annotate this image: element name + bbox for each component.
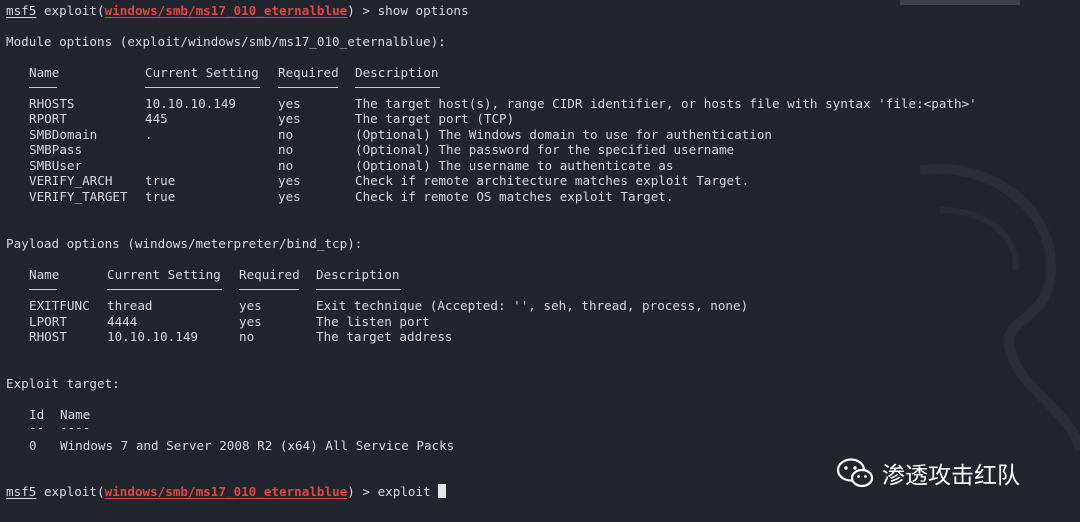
payload-col-current: Current Setting <box>107 267 221 282</box>
table-cell: 445 <box>145 111 168 126</box>
table-cell: yes <box>278 111 301 126</box>
module-col-required: Required <box>278 65 339 80</box>
table-cell: no <box>278 127 294 142</box>
table-cell: RHOST <box>29 329 67 344</box>
prompt-user: msf5 <box>6 484 37 499</box>
table-cell: VERIFY_ARCH <box>29 173 113 188</box>
table-cell: Windows 7 and Server 2008 R2 (x64) All S… <box>60 438 455 453</box>
watermark-text: 渗透攻击红队 <box>882 463 1020 489</box>
underline <box>145 87 260 88</box>
table-cell: yes <box>278 189 301 204</box>
underline <box>29 289 57 290</box>
table-cell: yes <box>278 173 301 188</box>
table-cell: Exit technique (Accepted: '', seh, threa… <box>316 298 749 313</box>
underline <box>316 289 401 290</box>
prompt-separator: > <box>354 3 378 18</box>
underline <box>29 87 57 88</box>
prompt-command: show options <box>377 3 469 18</box>
top-edge-mark <box>900 0 1020 5</box>
table-cell: no <box>239 329 255 344</box>
table-cell: Check if remote architecture matches exp… <box>355 173 750 188</box>
module-col-current: Current Setting <box>145 65 259 80</box>
prompt-line-2[interactable]: msf5 exploit(windows/smb/ms17_010_eterna… <box>6 484 447 499</box>
table-cell: LPORT <box>29 314 67 329</box>
table-cell: SMBPass <box>29 142 83 157</box>
table-cell: 10.10.10.149 <box>145 96 236 111</box>
table-cell: (Optional) The Windows domain to use for… <box>355 127 773 142</box>
table-cell: 10.10.10.149 <box>107 329 198 344</box>
terminal-cursor <box>438 484 447 498</box>
table-cell: EXITFUNC <box>29 298 90 313</box>
table-cell: 0 <box>29 438 37 453</box>
table-cell: yes <box>239 298 262 313</box>
prompt-module-prefix: exploit( <box>43 3 105 18</box>
payload-col-required: Required <box>239 267 300 282</box>
table-cell: RHOSTS <box>29 96 75 111</box>
target-dash-id: -- <box>29 420 45 435</box>
table-cell: . <box>145 127 153 142</box>
module-col-description: Description <box>355 65 439 80</box>
table-cell: (Optional) The username to authenticate … <box>355 158 674 173</box>
table-cell: SMBDomain <box>29 127 98 142</box>
table-cell: VERIFY_TARGET <box>29 189 128 204</box>
table-cell: Check if remote OS matches exploit Targe… <box>355 189 674 204</box>
prompt-module: windows/smb/ms17_010_eternalblue <box>104 484 348 499</box>
module-options-header: Module options (exploit/windows/smb/ms17… <box>6 34 446 49</box>
underline <box>355 87 440 88</box>
table-cell: The listen port <box>316 314 430 329</box>
table-cell: RPORT <box>29 111 67 126</box>
prompt-line-1: msf5 exploit(windows/smb/ms17_010_eterna… <box>6 3 469 18</box>
payload-col-description: Description <box>316 267 400 282</box>
prompt-module: windows/smb/ms17_010_eternalblue <box>104 3 348 18</box>
wechat-icon <box>836 458 874 488</box>
payload-options-header: Payload options (windows/meterpreter/bin… <box>6 236 363 251</box>
watermark: 渗透攻击红队 <box>836 456 1020 490</box>
table-cell: SMBUser <box>29 158 83 173</box>
table-cell: no <box>278 158 294 173</box>
exploit-target-header: Exploit target: <box>6 376 120 391</box>
prompt-separator: > <box>354 484 378 499</box>
payload-col-name: Name <box>29 267 60 282</box>
table-cell: The target host(s), range CIDR identifie… <box>355 96 977 111</box>
kali-dragon-background <box>919 163 1080 452</box>
table-cell: true <box>145 173 176 188</box>
module-col-name: Name <box>29 65 60 80</box>
table-cell: The target address <box>316 329 453 344</box>
table-cell: The target port (TCP) <box>355 111 515 126</box>
table-cell: 4444 <box>107 314 138 329</box>
prompt-module-suffix: ) <box>347 484 355 499</box>
table-cell: thread <box>107 298 153 313</box>
underline <box>107 289 222 290</box>
underline <box>239 289 299 290</box>
table-cell: no <box>278 142 294 157</box>
underline <box>278 87 338 88</box>
prompt-user: msf5 <box>6 3 37 18</box>
table-cell: yes <box>239 314 262 329</box>
table-cell: true <box>145 189 176 204</box>
table-cell: (Optional) The password for the specifie… <box>355 142 735 157</box>
prompt-command-input[interactable]: exploit <box>378 484 431 499</box>
prompt-module-suffix: ) <box>347 3 355 18</box>
table-cell: yes <box>278 96 301 111</box>
target-dash-name: ---- <box>60 420 91 435</box>
prompt-module-prefix: exploit( <box>43 484 105 499</box>
